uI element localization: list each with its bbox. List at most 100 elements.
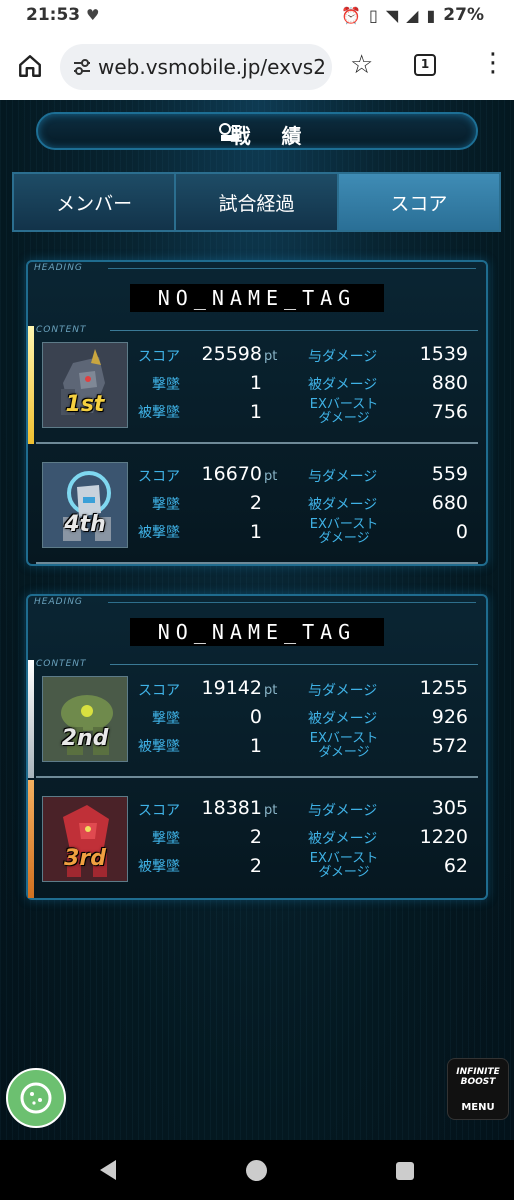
tab-match-progress[interactable]: 試合経過 xyxy=(176,174,339,230)
heading-label: HEADING xyxy=(34,263,83,273)
deaths-label: 被撃墜 xyxy=(138,525,180,541)
back-icon[interactable] xyxy=(100,1160,116,1180)
pt-unit: pt xyxy=(264,803,278,818)
deaths-label: 被撃墜 xyxy=(138,859,180,875)
heart-icon: ♥ xyxy=(86,6,100,24)
score-value: 16670 xyxy=(201,463,262,485)
exburst-label-line1: EXバースト xyxy=(309,731,379,746)
vibrate-icon: ▯ xyxy=(369,5,378,25)
browser-toolbar: web.vsmobile.jp/exvs2 ☆ 1 ⋮ xyxy=(0,34,514,100)
home-icon[interactable] xyxy=(17,53,43,79)
deaths-value: 1 xyxy=(249,735,262,757)
player-row[interactable]: 4th スコア 16670 pt 撃墜 2 被撃墜 1 与ダメージ 559 被ダ… xyxy=(28,446,486,564)
team-panel: HEADING NO_NAME_TAG CONTENT 2nd スコア 1914… xyxy=(26,594,488,900)
shootdowns-value: 1 xyxy=(249,372,262,394)
player-row[interactable]: 3rd スコア 18381 pt 撃墜 2 被撃墜 2 与ダメージ 305 被ダ… xyxy=(28,780,486,898)
team-tag: NO_NAME_TAG xyxy=(130,618,384,646)
exburst-label: EXバースト ダメージ xyxy=(304,732,384,760)
content-label: CONTENT xyxy=(36,659,87,669)
rank-accent-bar xyxy=(28,660,34,778)
deaths-value: 1 xyxy=(249,401,262,423)
content-label: CONTENT xyxy=(36,325,87,335)
row-separator xyxy=(36,776,478,778)
tab-members[interactable]: メンバー xyxy=(14,174,177,230)
player-row[interactable]: CONTENT 2nd スコア 19142 pt 撃墜 0 被撃墜 1 与ダメー… xyxy=(28,659,486,778)
status-time: 21:53 xyxy=(26,5,81,25)
shootdowns-label: 撃墜 xyxy=(152,497,180,513)
pt-unit: pt xyxy=(264,349,278,364)
battery-percent: 27% xyxy=(443,5,484,25)
tab-score[interactable]: スコア xyxy=(338,174,499,230)
site-settings-icon[interactable] xyxy=(72,57,92,77)
rank-label: 4th xyxy=(64,512,106,537)
rank-label: 1st xyxy=(65,392,105,417)
damage-taken-label: 被ダメージ xyxy=(308,497,378,513)
divider xyxy=(108,602,476,603)
page-title-bar: 戦 績 xyxy=(36,112,478,150)
exburst-value: 572 xyxy=(431,735,468,757)
exburst-label-line2: ダメージ xyxy=(318,531,370,546)
row-separator xyxy=(36,442,478,444)
deaths-value: 1 xyxy=(249,521,262,543)
damage-taken-value: 880 xyxy=(431,372,468,394)
damage-dealt-label: 与ダメージ xyxy=(308,683,378,699)
damage-dealt-label: 与ダメージ xyxy=(308,349,378,365)
heading-label: HEADING xyxy=(34,597,83,607)
deaths-label: 被撃墜 xyxy=(138,405,180,421)
damage-taken-value: 1220 xyxy=(419,826,468,848)
damage-dealt-value: 305 xyxy=(431,797,468,819)
exburst-label: EXバースト ダメージ xyxy=(304,518,384,546)
score-label: スコア xyxy=(138,803,180,819)
damage-taken-value: 926 xyxy=(431,706,468,728)
exburst-label: EXバースト ダメージ xyxy=(304,852,384,880)
divider xyxy=(110,330,478,331)
bookmark-star-icon[interactable]: ☆ xyxy=(350,50,373,80)
rank-label: 2nd xyxy=(61,726,109,751)
recents-icon[interactable] xyxy=(396,1162,414,1180)
cookie-icon xyxy=(20,1082,52,1114)
exburst-value: 62 xyxy=(443,855,468,877)
damage-taken-label: 被ダメージ xyxy=(308,711,378,727)
pt-unit: pt xyxy=(264,683,278,698)
exburst-label-line2: ダメージ xyxy=(318,411,370,426)
exburst-label-line2: ダメージ xyxy=(318,865,370,880)
exburst-label-line1: EXバースト xyxy=(309,851,379,866)
overflow-menu-icon[interactable]: ⋮ xyxy=(480,50,506,76)
alarm-icon: ⏰ xyxy=(341,5,362,25)
damage-taken-value: 680 xyxy=(431,492,468,514)
shootdowns-label: 撃墜 xyxy=(152,711,180,727)
deaths-label: 被撃墜 xyxy=(138,739,180,755)
team-tag: NO_NAME_TAG xyxy=(130,284,384,312)
damage-dealt-label: 与ダメージ xyxy=(308,803,378,819)
page-title: 戦 績 xyxy=(230,124,314,148)
damage-dealt-value: 1255 xyxy=(419,677,468,699)
shootdowns-value: 2 xyxy=(249,492,262,514)
battery-icon: ▮ xyxy=(426,5,436,25)
signal-icon: ◢ xyxy=(406,5,419,25)
deaths-value: 2 xyxy=(249,855,262,877)
address-bar[interactable]: web.vsmobile.jp/exvs2 xyxy=(60,44,332,90)
score-page: 戦 績 メンバー 試合経過 スコア HEADING NO_NAME_TAG CO… xyxy=(0,100,514,1140)
row-separator xyxy=(36,562,478,564)
wifi-icon: ◥ xyxy=(385,5,399,25)
score-value: 18381 xyxy=(201,797,262,819)
exburst-label-line1: EXバースト xyxy=(309,397,379,412)
player-row[interactable]: CONTENT 1st スコア 25598 pt 撃墜 1 被撃墜 1 与ダメー… xyxy=(28,325,486,444)
menu-button[interactable]: INFINITE BOOST MENU xyxy=(447,1058,509,1120)
score-label: スコア xyxy=(138,349,180,365)
shootdowns-value: 0 xyxy=(249,706,262,728)
exburst-label-line2: ダメージ xyxy=(318,745,370,760)
home-button-icon[interactable] xyxy=(246,1160,267,1181)
exburst-value: 0 xyxy=(455,521,468,543)
damage-dealt-label: 与ダメージ xyxy=(308,469,378,485)
exburst-label: EXバースト ダメージ xyxy=(304,398,384,426)
cookie-settings-button[interactable] xyxy=(6,1068,66,1128)
pt-unit: pt xyxy=(264,469,278,484)
status-icons: ⏰ ▯ ◥ ◢ ▮ 27% xyxy=(341,5,484,25)
damage-taken-label: 被ダメージ xyxy=(308,831,378,847)
exburst-value: 756 xyxy=(431,401,468,423)
url-text[interactable]: web.vsmobile.jp/exvs2 xyxy=(98,55,326,79)
shootdowns-label: 撃墜 xyxy=(152,377,180,393)
tab-switcher-button[interactable]: 1 xyxy=(414,54,436,76)
tab-bar: メンバー 試合経過 スコア xyxy=(12,172,501,232)
